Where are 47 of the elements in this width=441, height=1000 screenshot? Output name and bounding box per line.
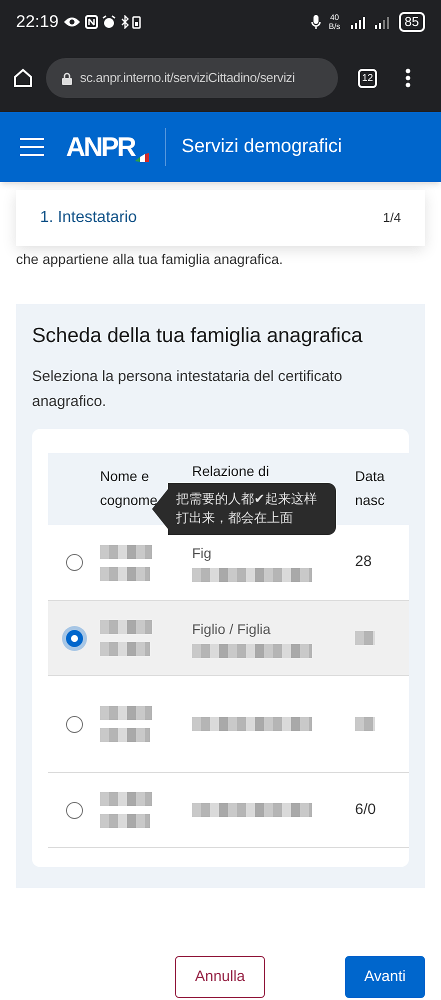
- intro-text: che appartiene alla tua famiglia anagrafica.: [16, 250, 284, 268]
- radio-button[interactable]: [66, 630, 82, 646]
- pixelated-redaction: [100, 544, 152, 558]
- tab-count[interactable]: 12: [358, 68, 377, 88]
- section-description: Seleziona la persona intestataria del certificato anagrafico.: [32, 367, 344, 412]
- lock-icon: [62, 72, 72, 84]
- address-field[interactable]: sc.anpr.interno.it/serviziCittadino/servizi: [46, 58, 338, 98]
- table-row[interactable]: Figlio / Figlia: [48, 601, 409, 676]
- nfc-icon: [84, 15, 98, 29]
- battery-level: 85: [398, 12, 425, 32]
- more-icon[interactable]: [405, 68, 411, 88]
- header-title: Servizi demografici: [182, 134, 342, 159]
- column-header: Relazione di: [192, 464, 270, 478]
- date-text: 28: [355, 552, 372, 572]
- relation-text: Figlio / Figlia: [192, 620, 272, 639]
- home-icon[interactable]: [12, 67, 34, 89]
- tooltip-text: 把需要的人都✔起来这样打出来，都会在上面: [176, 491, 318, 528]
- pixelated-redaction: [100, 814, 150, 828]
- relation-text: Fig: [192, 544, 212, 563]
- section-title: Scheda della tua famiglia anagrafica: [32, 323, 364, 349]
- microphone-icon: [310, 14, 321, 30]
- pixelated-redaction: [100, 620, 152, 634]
- pixelated-redaction: [100, 642, 150, 656]
- step-counter: 1/4: [382, 209, 401, 228]
- logo-text: ANPR: [66, 130, 135, 164]
- bluetooth-battery-icon: [120, 15, 142, 29]
- radio-button[interactable]: [66, 716, 82, 732]
- pixelated-redaction: [100, 792, 152, 806]
- eye-icon: [62, 16, 81, 28]
- column-header: Nome e cognome: [100, 467, 159, 510]
- radio-button[interactable]: [66, 802, 82, 818]
- menu-icon[interactable]: [20, 138, 44, 156]
- date-text: 6/0: [355, 800, 376, 820]
- clock-time: 22:19: [16, 11, 59, 34]
- pixelated-redaction: [100, 728, 150, 742]
- next-button[interactable]: Avanti: [345, 956, 425, 998]
- pixelated-redaction: [355, 717, 375, 731]
- step-label[interactable]: 1. Intestatario: [40, 206, 137, 230]
- pixelated-redaction: [100, 566, 150, 580]
- alarm-icon: [102, 15, 116, 29]
- pixelated-redaction: [100, 706, 152, 720]
- flag-swoosh-icon: [134, 153, 149, 164]
- radio-button[interactable]: [66, 554, 82, 571]
- column-header: Data nasc: [355, 467, 386, 510]
- network-speed: 40 B/s: [328, 13, 342, 31]
- pixelated-redaction: [355, 631, 375, 645]
- cancel-button[interactable]: Annulla: [175, 956, 265, 998]
